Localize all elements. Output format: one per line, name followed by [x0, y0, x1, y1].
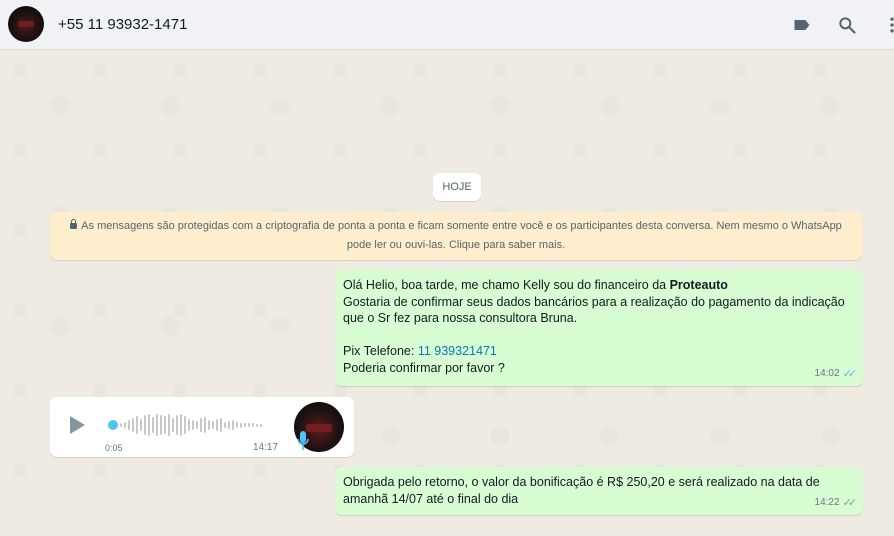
waveform-bar [164, 416, 166, 434]
waveform-bar [136, 416, 138, 434]
waveform-bar [128, 420, 130, 430]
message-text: que o Sr fez para nossa consultora Bruna… [343, 311, 578, 325]
waveform-bar [132, 418, 134, 432]
waveform-bar [232, 420, 234, 430]
waveform-bar [236, 422, 238, 428]
waveform-bar [144, 415, 146, 435]
microphone-icon [296, 430, 310, 452]
waveform-bar [120, 423, 122, 427]
contact-name[interactable]: +55 11 93932-1471 [58, 16, 187, 33]
message-text: Olá Helio, boa tarde, me chamo Kelly sou… [343, 278, 670, 292]
phone-link[interactable]: 11 939321471 [418, 344, 497, 358]
waveform-bar [244, 423, 246, 427]
waveform-bar [192, 420, 194, 430]
message-time: 14:17 [253, 442, 279, 453]
waveform-bar [260, 423, 262, 427]
message-meta: 14:22 ✓✓ [814, 495, 858, 512]
outgoing-message[interactable]: Obrigada pelo retorno, o valor da bonifi… [335, 467, 863, 515]
delivered-ticks-icon: ✓✓ [842, 496, 858, 509]
waveform-bar [124, 422, 126, 428]
waveform-bar [200, 418, 202, 432]
waveform-bar [240, 422, 242, 428]
chat-header: +55 11 93932-1471 [0, 0, 894, 50]
label-icon[interactable] [790, 13, 814, 37]
message-meta: 14:02 ✓✓ [814, 366, 858, 383]
contact-avatar[interactable] [8, 6, 44, 42]
message-text: Gostaria de confirmar seus dados bancári… [343, 294, 845, 309]
waveform-bar [256, 423, 258, 427]
day-separator: HOJE [433, 173, 481, 201]
audio-waveform[interactable] [120, 411, 270, 439]
lock-icon [70, 219, 78, 229]
encryption-notice-line1: As mensagens são protegidas com a cripto… [81, 220, 842, 232]
waveform-bar [228, 421, 230, 429]
message-time: 14:02 [814, 367, 840, 379]
read-ticks-icon: ✓✓ [842, 367, 858, 380]
search-icon[interactable] [835, 13, 859, 37]
waveform-bar [224, 422, 226, 428]
waveform-bar [168, 414, 170, 436]
waveform-bar [208, 420, 210, 430]
pix-label: Pix Telefone: [343, 344, 418, 358]
encryption-notice-line2: pode ler ou ouvi-las. Clique para saber … [346, 239, 566, 251]
voice-duration: 0:05 [105, 443, 123, 453]
waveform-bar [220, 418, 222, 432]
waveform-bar [188, 419, 190, 431]
company-name: Proteauto [669, 278, 728, 292]
waveform-bar [248, 423, 250, 427]
playback-slider-thumb[interactable] [108, 420, 118, 430]
play-icon[interactable] [70, 416, 85, 434]
waveform-bar [152, 417, 154, 433]
message-text: Obrigada pelo retorno, o valor da bonifi… [343, 475, 820, 489]
encryption-notice[interactable]: As mensagens são protegidas com a cripto… [50, 212, 862, 260]
message-text: Poderia confirmar por favor ? [343, 360, 505, 375]
waveform-bar [172, 418, 174, 432]
waveform-bar [176, 415, 178, 435]
message-time: 14:22 [814, 496, 840, 508]
voice-message: 0:05 14:17 [50, 397, 354, 457]
waveform-bar [184, 416, 186, 434]
waveform-bar [156, 414, 158, 436]
waveform-bar [180, 414, 182, 436]
more-options-icon[interactable] [880, 13, 894, 37]
waveform-bar [148, 414, 150, 436]
waveform-bar [216, 419, 218, 431]
waveform-bar [204, 417, 206, 433]
waveform-bar [212, 421, 214, 429]
waveform-bar [252, 423, 254, 427]
waveform-bar [196, 421, 198, 429]
outgoing-message[interactable]: Olá Helio, boa tarde, me chamo Kelly sou… [335, 269, 863, 386]
message-text: amanhã 14/07 até o final do dia [343, 491, 519, 506]
waveform-bar [160, 415, 162, 435]
waveform-bar [140, 419, 142, 431]
